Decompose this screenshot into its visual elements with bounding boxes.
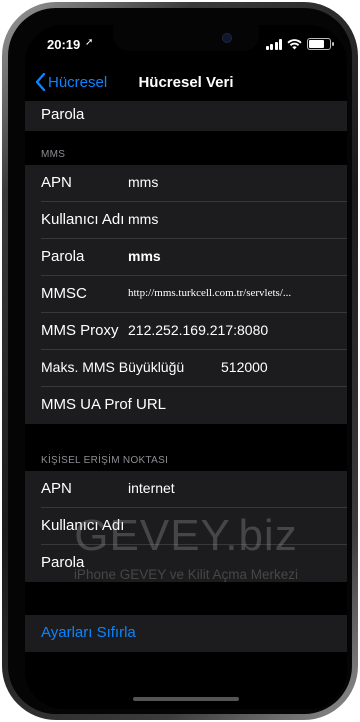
cellular-signal-icon: [265, 38, 282, 50]
mms-max-size-row[interactable]: Maks. MMS Büyüklüğü 512000: [25, 350, 347, 387]
phone-frame: 20:19 ➚ Hücresel Hücresel Veri Parola MM…: [2, 2, 358, 720]
wifi-icon: [287, 38, 302, 49]
mms-apn-row[interactable]: APN mms: [25, 165, 347, 202]
mms-proxy-row[interactable]: MMS Proxy 212.252.169.217:8080: [25, 313, 347, 350]
row-label: Kullanıcı Adı: [41, 211, 125, 228]
hotspot-apn-row[interactable]: APN internet: [25, 471, 347, 508]
row-label: APN: [41, 174, 72, 191]
status-time: 20:19: [47, 37, 81, 52]
mms-password-value: mms: [128, 248, 161, 264]
row-label: APN: [41, 480, 72, 497]
row-label: Parola: [41, 106, 85, 123]
mms-ua-prof-url-row[interactable]: MMS UA Prof URL: [25, 387, 347, 424]
hotspot-password-row[interactable]: Parola: [25, 545, 347, 582]
phone-bezel: 20:19 ➚ Hücresel Hücresel Veri Parola MM…: [8, 8, 352, 714]
row-label: MMSC: [41, 285, 87, 302]
row-label: Parola: [41, 248, 85, 265]
row-label: Maks. MMS Büyüklüğü: [41, 359, 185, 375]
camera-icon: [222, 33, 232, 43]
mms-apn-value: mms: [128, 174, 159, 190]
page-title: Hücresel Veri: [138, 74, 234, 91]
screen: 20:19 ➚ Hücresel Hücresel Veri Parola MM…: [25, 25, 347, 709]
row-label: Kullanıcı Adı: [41, 517, 125, 534]
mmsc-value: http://mms.turkcell.com.tr/servlets/...: [128, 287, 292, 299]
mms-section-header: MMS: [41, 149, 66, 160]
password-row-partial[interactable]: Parola: [25, 101, 347, 131]
reset-settings-row[interactable]: Ayarları Sıfırla: [25, 615, 347, 652]
mms-username-row[interactable]: Kullanıcı Adı mms: [25, 202, 347, 239]
mms-password-row[interactable]: Parola mms: [25, 239, 347, 276]
mms-proxy-value: 212.252.169.217:8080: [128, 322, 269, 338]
home-indicator[interactable]: [133, 697, 239, 701]
notch: [113, 25, 259, 51]
hotspot-apn-value: internet: [128, 480, 175, 496]
navigation-bar: Hücresel Hücresel Veri: [25, 69, 347, 101]
reset-settings-button[interactable]: Ayarları Sıfırla: [41, 624, 136, 641]
hotspot-username-row[interactable]: Kullanıcı Adı: [25, 508, 347, 545]
battery-icon: [307, 38, 334, 50]
mms-max-size-value: 512000: [221, 359, 268, 375]
mms-username-value: mms: [128, 211, 159, 227]
row-label: MMS Proxy: [41, 322, 119, 339]
hotspot-section-header: KİŞİSEL ERİŞİM NOKTASI: [41, 455, 169, 466]
row-label: MMS UA Prof URL: [41, 396, 167, 413]
location-arrow-icon: ➚: [85, 37, 94, 48]
mmsc-row[interactable]: MMSC http://mms.turkcell.com.tr/servlets…: [25, 276, 347, 313]
row-label: Parola: [41, 554, 85, 571]
